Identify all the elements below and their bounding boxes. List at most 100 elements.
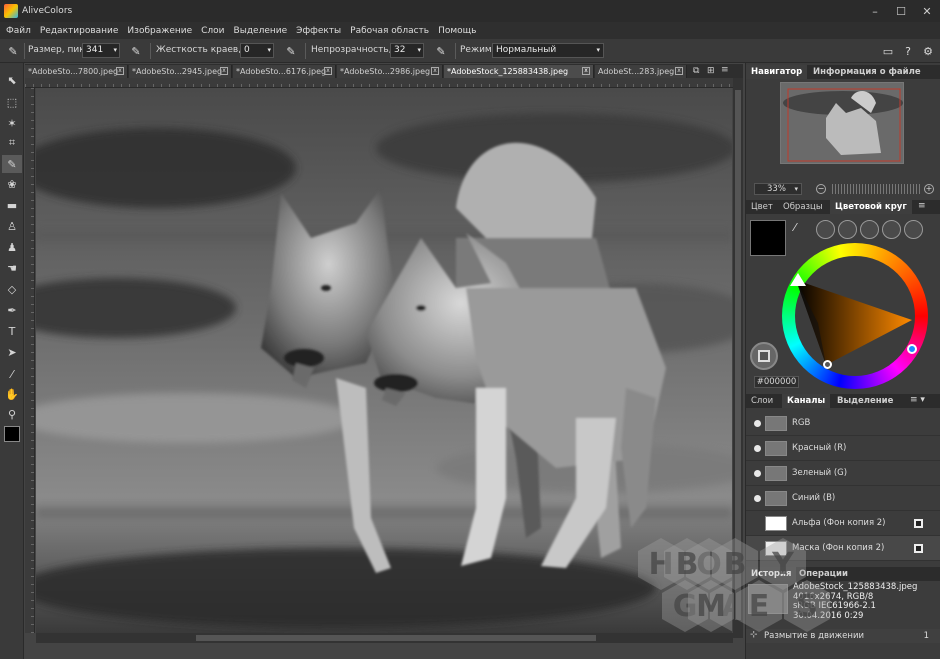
hue-picker-marker[interactable] bbox=[907, 344, 917, 354]
hand-tool-icon[interactable]: ✋ bbox=[2, 385, 22, 403]
menu-workspace[interactable]: Рабочая область bbox=[350, 26, 429, 36]
doc-tab[interactable]: AdobeSt...283.jpeg x bbox=[595, 65, 687, 78]
clone-tool-icon[interactable]: ♟ bbox=[2, 238, 22, 256]
close-tab-icon[interactable]: x bbox=[431, 67, 439, 75]
move-tool-icon[interactable]: ⬉ bbox=[2, 71, 22, 89]
image-canvas[interactable]: H O G A bbox=[36, 88, 732, 633]
close-tab-icon[interactable]: x bbox=[116, 67, 124, 75]
horizontal-scrollbar[interactable] bbox=[36, 633, 733, 643]
close-button[interactable]: ✕ bbox=[914, 0, 940, 22]
stamp-tool-icon[interactable]: ♙ bbox=[2, 217, 22, 235]
crop-tool-icon[interactable]: ⌗ bbox=[2, 134, 22, 152]
size-label: Размер, пикс bbox=[28, 45, 90, 55]
hue-marker-icon[interactable] bbox=[790, 273, 806, 286]
hardness-input[interactable]: 0 ▾ bbox=[240, 43, 274, 58]
panel-menu-icon[interactable]: ≡ ▾ bbox=[910, 395, 925, 405]
eyedropper-tool-icon[interactable]: ⁄ bbox=[2, 365, 22, 383]
tab-grid-icon[interactable]: ⊞ bbox=[707, 66, 715, 76]
menu-edit[interactable]: Редактирование bbox=[40, 26, 119, 36]
magic-wand-tool-icon[interactable]: ✶ bbox=[2, 114, 22, 132]
doc-tab[interactable]: *AdobeSto...2986.jpeg x bbox=[337, 65, 443, 78]
wheel-mode-icon[interactable] bbox=[882, 220, 901, 239]
menu-image[interactable]: Изображение bbox=[127, 26, 192, 36]
close-tab-icon[interactable]: x bbox=[582, 67, 590, 75]
tab-menu-icon[interactable]: ≡ bbox=[721, 65, 729, 75]
navigator-preview[interactable] bbox=[780, 82, 904, 164]
tab-selection[interactable]: Выделение bbox=[832, 394, 898, 408]
foreground-color-swatch[interactable] bbox=[4, 426, 20, 442]
hex-color-field[interactable]: #000000 bbox=[754, 376, 799, 388]
text-tool-icon[interactable]: T bbox=[2, 322, 22, 340]
brush-tool-icon[interactable]: ✎ bbox=[5, 43, 21, 59]
help-icon[interactable]: ? bbox=[900, 43, 916, 59]
color-triangle[interactable] bbox=[782, 243, 928, 389]
size-input[interactable]: 341 ▾ bbox=[82, 43, 120, 58]
brush-tool-icon[interactable]: ✎ bbox=[2, 155, 22, 173]
zoom-out-icon[interactable]: − bbox=[816, 184, 826, 194]
channel-row[interactable]: Зеленый (G) bbox=[746, 461, 940, 486]
chat-icon[interactable]: ▭ bbox=[880, 43, 896, 59]
visibility-eye-icon[interactable] bbox=[754, 420, 761, 427]
panel-menu-icon[interactable]: ≡ bbox=[918, 201, 926, 211]
doc-tab[interactable]: *AdobeSto...7800.jpeg x bbox=[25, 65, 128, 78]
smudge-tool-icon[interactable]: ☚ bbox=[2, 259, 22, 277]
tab-navigator[interactable]: Навигатор bbox=[746, 65, 808, 79]
mask-toggle-icon[interactable] bbox=[914, 544, 923, 553]
doc-tab[interactable]: *AdobeSto...2945.jpeg x bbox=[129, 65, 232, 78]
opacity-input[interactable]: 32 ▾ bbox=[390, 43, 424, 58]
menu-file[interactable]: Файл bbox=[6, 26, 31, 36]
gradient-tool-icon[interactable]: ▬ bbox=[2, 196, 22, 214]
menu-layers[interactable]: Слои bbox=[201, 26, 224, 36]
tab-arrange-icon[interactable]: ⧉ bbox=[693, 66, 699, 76]
visibility-eye-icon[interactable] bbox=[754, 445, 761, 452]
current-color-swatch[interactable] bbox=[750, 220, 786, 256]
channel-row[interactable]: Красный (R) bbox=[746, 436, 940, 461]
mask-toggle-icon[interactable] bbox=[914, 519, 923, 528]
eraser-tool-icon[interactable]: ◇ bbox=[2, 280, 22, 298]
wheel-mode-icon[interactable] bbox=[816, 220, 835, 239]
tab-swatches[interactable]: Образцы bbox=[778, 200, 828, 214]
scroll-thumb[interactable] bbox=[196, 635, 596, 641]
pen-tool-icon[interactable]: ✒ bbox=[2, 301, 22, 319]
channel-row[interactable]: Синий (B) bbox=[746, 486, 940, 511]
zoom-in-icon[interactable]: + bbox=[924, 184, 934, 194]
close-tab-icon[interactable]: x bbox=[220, 67, 228, 75]
brush-hardness-icon[interactable]: ✎ bbox=[283, 43, 299, 59]
visibility-eye-icon[interactable] bbox=[754, 470, 761, 477]
menu-effects[interactable]: Эффекты bbox=[296, 26, 341, 36]
brush-size-icon[interactable]: ✎ bbox=[128, 43, 144, 59]
maximize-button[interactable]: ☐ bbox=[888, 0, 914, 22]
close-tab-icon[interactable]: x bbox=[675, 67, 683, 75]
doc-tab[interactable]: *AdobeSto...6176.jpeg x bbox=[233, 65, 336, 78]
secondary-color-button[interactable] bbox=[750, 342, 778, 370]
path-select-tool-icon[interactable]: ➤ bbox=[2, 343, 22, 361]
menu-selection[interactable]: Выделение bbox=[234, 26, 288, 36]
marquee-tool-icon[interactable]: ⬚ bbox=[2, 93, 22, 111]
wheel-mode-icon[interactable] bbox=[860, 220, 879, 239]
eyedropper-icon[interactable]: ⁄ bbox=[794, 221, 796, 234]
tab-file-info[interactable]: Информация о файле bbox=[808, 65, 926, 79]
zoom-slider[interactable] bbox=[832, 184, 920, 194]
close-tab-icon[interactable]: x bbox=[324, 67, 332, 75]
chevron-down-icon: ▾ bbox=[113, 46, 117, 54]
history-step-row[interactable]: ⊹ Размытие в движении 1 bbox=[746, 629, 940, 643]
tab-color[interactable]: Цвет bbox=[746, 200, 778, 214]
wheel-mode-icon[interactable] bbox=[904, 220, 923, 239]
doc-tab-active[interactable]: *AdobeStock_125883438.jpeg x bbox=[444, 65, 594, 78]
tab-channels[interactable]: Каналы bbox=[782, 394, 831, 408]
mode-select[interactable]: Нормальный ▾ bbox=[492, 43, 604, 58]
color-picker-marker[interactable] bbox=[823, 360, 832, 369]
zoom-field[interactable]: 33% ▾ bbox=[754, 183, 802, 195]
wheel-mode-icon[interactable] bbox=[838, 220, 857, 239]
tab-color-wheel[interactable]: Цветовой круг bbox=[830, 200, 912, 214]
channel-row[interactable]: Альфа (Фон копия 2) bbox=[746, 511, 940, 536]
tab-layers[interactable]: Слои bbox=[746, 394, 778, 408]
settings-gear-icon[interactable]: ⚙ bbox=[920, 43, 936, 59]
menu-help[interactable]: Помощь bbox=[438, 26, 476, 36]
recolor-tool-icon[interactable]: ❀ bbox=[2, 175, 22, 193]
channel-row[interactable]: RGB bbox=[746, 411, 940, 436]
visibility-eye-icon[interactable] bbox=[754, 495, 761, 502]
zoom-tool-icon[interactable]: ⚲ bbox=[2, 405, 22, 423]
brush-opacity-icon[interactable]: ✎ bbox=[433, 43, 449, 59]
minimize-button[interactable]: – bbox=[862, 0, 888, 22]
